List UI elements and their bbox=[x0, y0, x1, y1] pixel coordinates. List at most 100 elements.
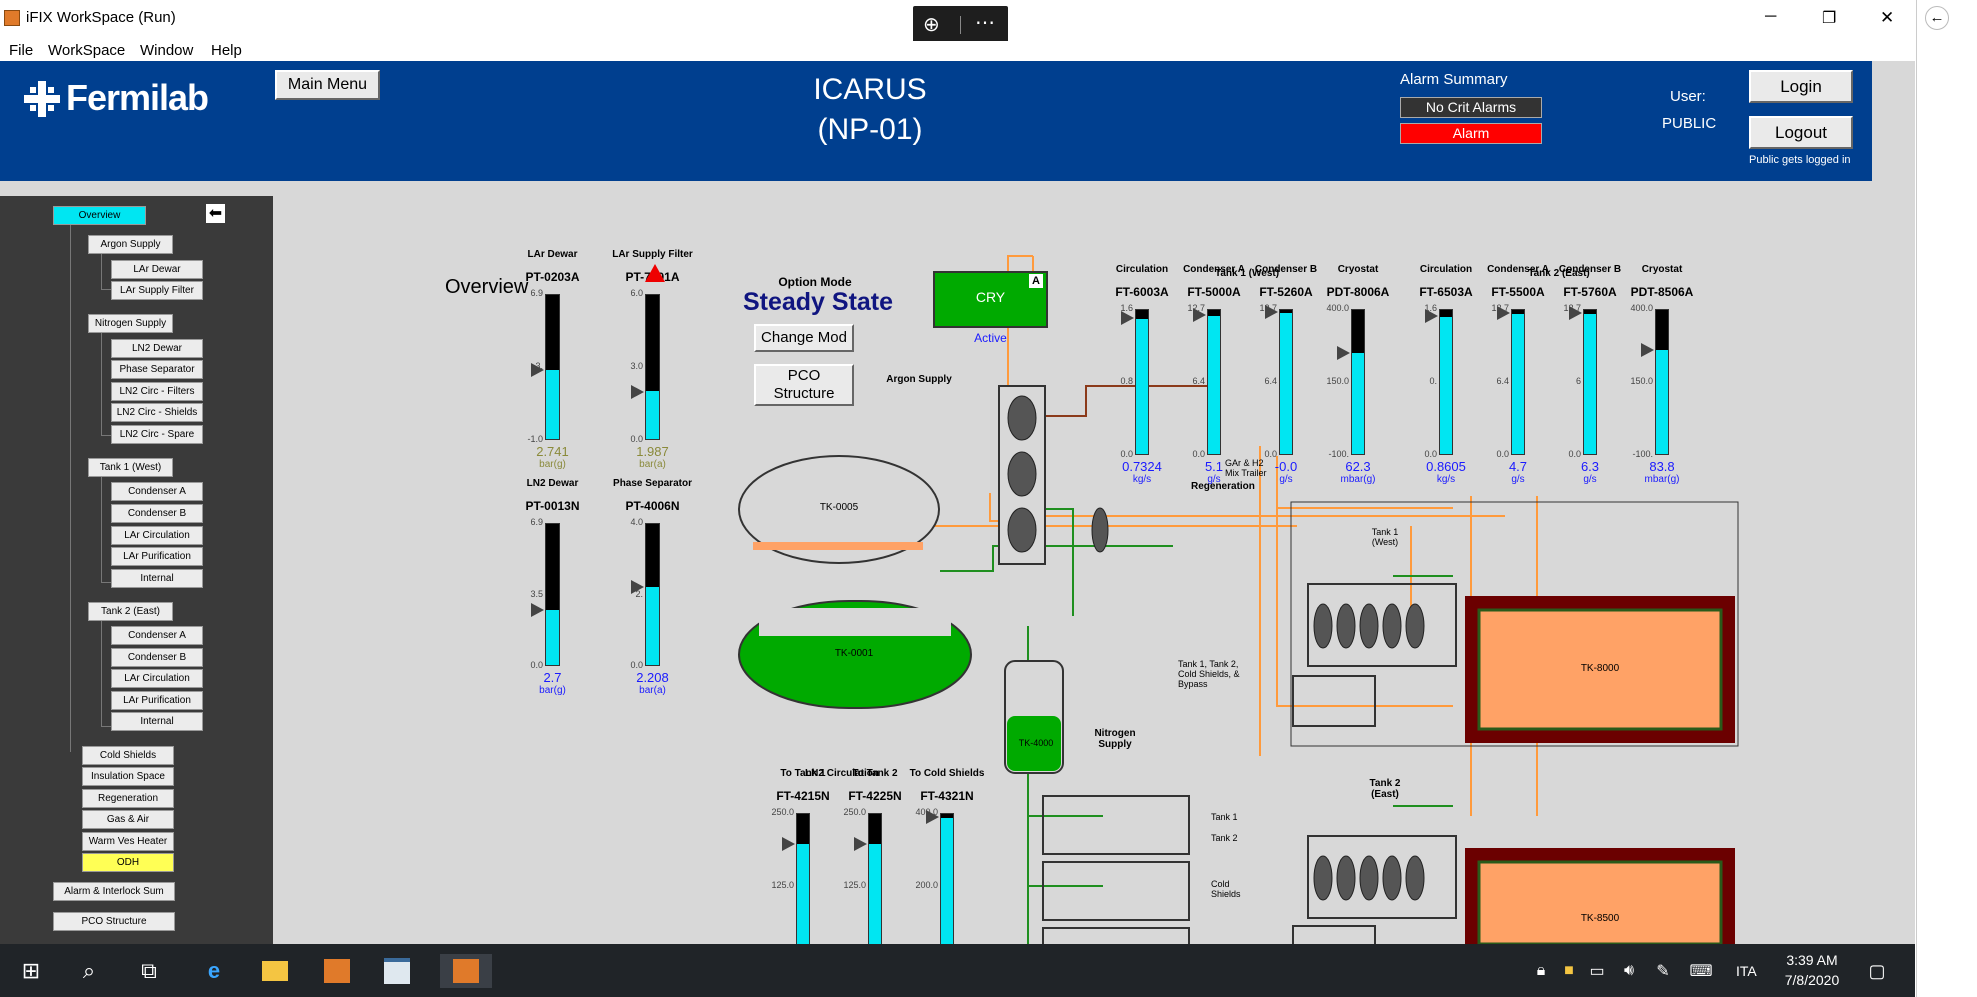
condenser-element bbox=[1382, 603, 1402, 649]
pco-structure-button[interactable]: PCO Structure bbox=[754, 364, 854, 406]
filter-element bbox=[1007, 451, 1037, 497]
sidebar-item-t1-internal[interactable]: Internal bbox=[111, 569, 203, 588]
cry-status-box[interactable]: CRY A bbox=[933, 271, 1048, 328]
menu-file[interactable]: File bbox=[9, 41, 33, 61]
gauge-scale-bottom: 0.0 bbox=[1424, 449, 1437, 459]
sidebar-item-t2-condenser-b[interactable]: Condenser B bbox=[111, 648, 203, 667]
zoom-toolbar: ⊕ ⋯ bbox=[913, 6, 1008, 46]
gauge-pointer-icon bbox=[531, 362, 544, 377]
back-arrow-icon: ← bbox=[1925, 6, 1949, 30]
login-button[interactable]: Login bbox=[1749, 70, 1853, 103]
sidebar-item-t1-lar-circulation[interactable]: LAr Circulation bbox=[111, 526, 203, 545]
sidebar-item-pco-structure[interactable]: PCO Structure bbox=[53, 912, 175, 931]
page-subtitle: (NP-01) bbox=[817, 113, 923, 146]
sidebar-item-t1-condenser-b[interactable]: Condenser B bbox=[111, 504, 203, 523]
alarm-indicator[interactable]: Alarm bbox=[1400, 123, 1542, 144]
gauge-unit: bar(a) bbox=[639, 459, 666, 470]
tree-line bbox=[70, 225, 89, 752]
sidebar-item-tank2-east[interactable]: Tank 2 (East) bbox=[88, 602, 173, 621]
sidebar-item-ln2-dewar[interactable]: LN2 Dewar bbox=[111, 339, 203, 358]
more-options-icon[interactable]: ⋯ bbox=[975, 10, 995, 35]
gauge-group-label: Cryostat bbox=[1641, 264, 1683, 275]
minimize-button[interactable]: ─ bbox=[1765, 8, 1776, 26]
gauge-scale-mid: 0.8 bbox=[1120, 376, 1133, 386]
sidebar-item-t2-condenser-a[interactable]: Condenser A bbox=[111, 626, 203, 645]
gauge-tag: PT-0203A bbox=[525, 270, 580, 284]
gauge-scale-mid: 3.0 bbox=[630, 361, 643, 371]
gauge-group-label: Phase Separator bbox=[613, 478, 692, 489]
file-explorer-icon[interactable] bbox=[258, 954, 292, 988]
sidebar-item-ln2-circ-filters[interactable]: LN2 Circ - Filters bbox=[111, 382, 203, 401]
tray-pen-icon: ✎ bbox=[1656, 963, 1670, 980]
sidebar-item-overview[interactable]: Overview bbox=[53, 206, 146, 225]
menu-help[interactable]: Help bbox=[211, 41, 242, 61]
logout-button[interactable]: Logout bbox=[1749, 116, 1853, 149]
gauge-pointer-icon bbox=[1121, 310, 1134, 325]
sidebar-item-lar-supply-filter[interactable]: LAr Supply Filter bbox=[111, 281, 203, 300]
cry-badge: A bbox=[1029, 274, 1043, 288]
fermilab-logo-icon bbox=[24, 81, 60, 117]
change-mode-button[interactable]: Change Mod bbox=[754, 324, 854, 352]
gauge-track bbox=[1351, 309, 1365, 455]
gauge-scale-bottom: 0.0 bbox=[1264, 449, 1277, 459]
gauge-scale-top: 400.0 bbox=[1630, 303, 1653, 313]
gauge-pointer-icon bbox=[926, 810, 939, 825]
gauge-unit: mbar(g) bbox=[1340, 474, 1376, 485]
fermilab-logo: Fermilab bbox=[22, 77, 262, 121]
sidebar-item-nitrogen-supply[interactable]: Nitrogen Supply bbox=[88, 314, 173, 333]
ifix-run-icon[interactable] bbox=[440, 954, 492, 988]
sidebar-item-warm-ves-heater[interactable]: Warm Ves Heater bbox=[82, 832, 174, 851]
restore-button[interactable]: ❐ bbox=[1822, 8, 1836, 28]
tray-keyboard-icon: ⌨ bbox=[1689, 963, 1713, 980]
internet-explorer-icon[interactable]: e bbox=[197, 954, 231, 988]
main-menu-button[interactable]: Main Menu bbox=[275, 70, 380, 100]
gauge-fill bbox=[941, 818, 953, 944]
sidebar-item-regeneration[interactable]: Regeneration bbox=[82, 789, 174, 808]
sidebar-item-insulation-space[interactable]: Insulation Space bbox=[82, 767, 174, 786]
sidebar-item-lar-dewar[interactable]: LAr Dewar bbox=[111, 260, 203, 279]
sidebar-item-argon-supply[interactable]: Argon Supply bbox=[88, 235, 173, 254]
gauge-pointer-icon bbox=[631, 384, 644, 399]
menu-window[interactable]: Window bbox=[140, 41, 193, 61]
sidebar-item-t2-lar-circulation[interactable]: LAr Circulation bbox=[111, 669, 203, 688]
sidebar-item-t1-condenser-a[interactable]: Condenser A bbox=[111, 482, 203, 501]
collapse-arrow-icon[interactable]: ⬅ bbox=[206, 204, 225, 223]
page-title: ICARUS bbox=[813, 73, 927, 106]
sidebar-item-phase-separator[interactable]: Phase Separator bbox=[111, 360, 203, 379]
no-crit-alarms-indicator[interactable]: No Crit Alarms bbox=[1400, 97, 1542, 118]
sidebar-item-cold-shields[interactable]: Cold Shields bbox=[82, 746, 174, 765]
sidebar-item-ln2-circ-spare[interactable]: LN2 Circ - Spare bbox=[111, 425, 203, 444]
filter-element bbox=[1007, 507, 1037, 553]
tray-network-icon: ▭ bbox=[1589, 963, 1605, 980]
clock-date[interactable]: 7/8/2020 bbox=[1782, 972, 1842, 988]
gauge-fill bbox=[1280, 312, 1292, 454]
start-icon[interactable]: ⊞ bbox=[14, 954, 48, 988]
ifix-app-icon[interactable] bbox=[320, 954, 354, 988]
gauge-scale-bottom: 0.0 bbox=[1120, 449, 1133, 459]
input-language[interactable]: ITA bbox=[1736, 963, 1757, 979]
gauge-pointer-icon bbox=[1193, 307, 1206, 322]
sidebar-item-ln2-circ-shields[interactable]: LN2 Circ - Shields bbox=[111, 403, 203, 422]
sidebar-item-t2-lar-purification[interactable]: LAr Purification bbox=[111, 691, 203, 710]
sidebar-item-odh[interactable]: ODH bbox=[82, 853, 174, 872]
clock-time[interactable]: 3:39 AM bbox=[1782, 952, 1842, 968]
sidebar-item-tank1-west[interactable]: Tank 1 (West) bbox=[88, 458, 173, 477]
sidebar-item-t1-lar-purification[interactable]: LAr Purification bbox=[111, 547, 203, 566]
task-view-icon[interactable]: ⧉ bbox=[132, 954, 166, 988]
zoom-in-icon[interactable]: ⊕ bbox=[923, 12, 940, 37]
gauge-scale-mid: 6 bbox=[1575, 376, 1581, 386]
gauge-fill bbox=[1584, 314, 1596, 454]
sidebar-item-alarm-interlock[interactable]: Alarm & Interlock Sum bbox=[53, 882, 175, 901]
sidebar-item-t2-internal[interactable]: Internal bbox=[111, 712, 203, 731]
workspace-app-icon[interactable] bbox=[380, 954, 414, 988]
gauge-value: 1.987 bbox=[636, 444, 669, 459]
ln2-tank2-line-label: Tank 2 bbox=[1211, 833, 1238, 843]
menu-workspace[interactable]: WorkSpace bbox=[48, 41, 125, 61]
tank-tk0005-liquid bbox=[753, 542, 923, 550]
argon-supply-label: Argon Supply bbox=[886, 374, 952, 385]
search-icon[interactable]: ⌕ bbox=[72, 954, 106, 988]
sidebar-item-gas-air[interactable]: Gas & Air bbox=[82, 810, 174, 829]
close-button[interactable]: ✕ bbox=[1880, 8, 1894, 28]
notifications-icon[interactable]: ▢ bbox=[1860, 954, 1894, 988]
gauge-track bbox=[545, 523, 560, 666]
